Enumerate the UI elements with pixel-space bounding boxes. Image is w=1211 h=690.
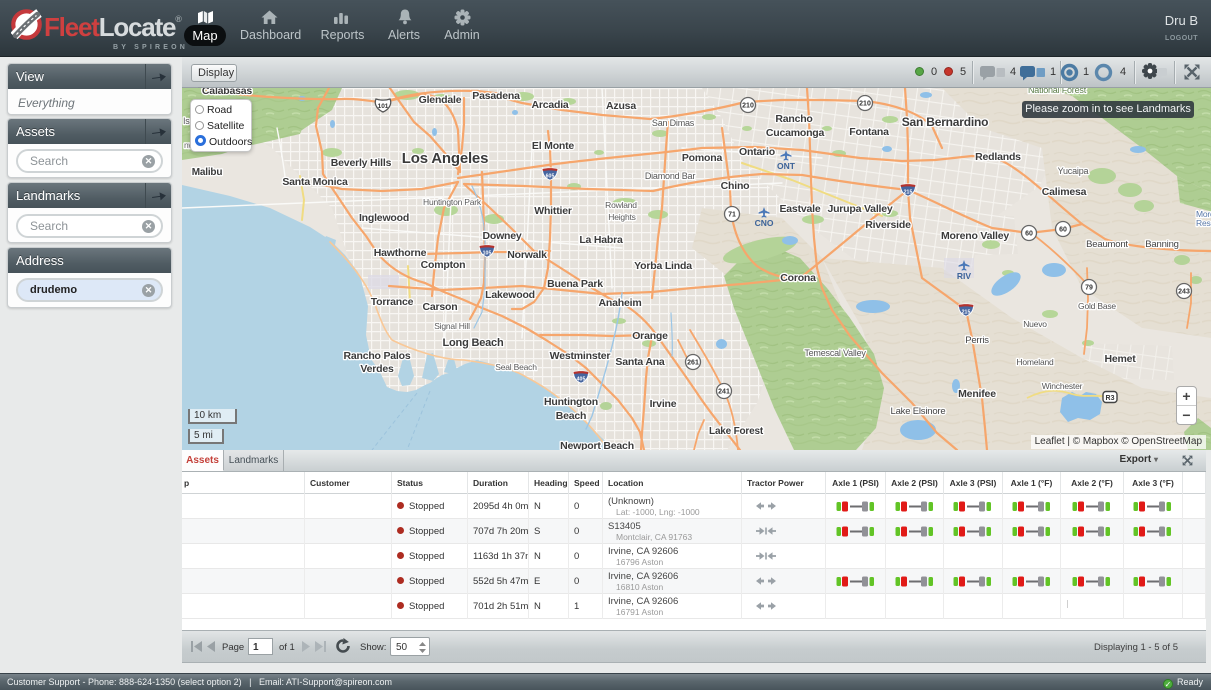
- svg-text:210: 210: [859, 101, 871, 108]
- svg-text:Cucamonga: Cucamonga: [766, 127, 825, 139]
- svg-text:Seal Beach: Seal Beach: [495, 362, 537, 372]
- svg-text:Glendale: Glendale: [419, 94, 462, 106]
- svg-text:Downey: Downey: [482, 230, 521, 242]
- svg-text:La Habra: La Habra: [579, 234, 623, 246]
- svg-text:215: 215: [904, 190, 913, 196]
- svg-text:Santa Ana: Santa Ana: [615, 356, 665, 368]
- svg-text:San Bernardino: San Bernardino: [902, 115, 989, 129]
- svg-text:R3: R3: [1106, 395, 1115, 402]
- svg-text:Signal Hill: Signal Hill: [434, 321, 470, 331]
- svg-text:261: 261: [687, 360, 699, 367]
- svg-text:Nuevo: Nuevo: [1023, 319, 1047, 329]
- svg-text:Reserv: Reserv: [1196, 218, 1211, 228]
- svg-text:215: 215: [962, 310, 971, 316]
- svg-text:Jurupa Valley: Jurupa Valley: [827, 203, 892, 215]
- svg-text:ONT: ONT: [777, 161, 796, 171]
- svg-text:71: 71: [728, 212, 736, 219]
- svg-text:405: 405: [577, 377, 586, 383]
- svg-text:79: 79: [1085, 285, 1093, 292]
- svg-text:Ontario: Ontario: [739, 146, 775, 158]
- svg-text:Rowland: Rowland: [605, 200, 637, 210]
- svg-text:Eastvale: Eastvale: [779, 203, 820, 215]
- svg-text:Lake Elsinore: Lake Elsinore: [891, 406, 946, 417]
- svg-text:Compton: Compton: [421, 259, 466, 271]
- svg-text:RIV: RIV: [957, 271, 972, 281]
- svg-text:105: 105: [483, 251, 492, 257]
- svg-text:Beaumont: Beaumont: [1086, 239, 1128, 250]
- svg-text:Orange: Orange: [632, 330, 668, 342]
- svg-text:Long Beach: Long Beach: [443, 337, 504, 349]
- svg-text:Beverly Hills: Beverly Hills: [331, 157, 392, 169]
- svg-text:Corona: Corona: [780, 272, 816, 284]
- svg-text:Perris: Perris: [965, 335, 989, 346]
- svg-text:Hawthorne: Hawthorne: [374, 247, 427, 259]
- svg-text:Fontana: Fontana: [849, 126, 889, 138]
- svg-text:Inglewood: Inglewood: [359, 212, 409, 224]
- svg-text:Rancho Palos: Rancho Palos: [343, 350, 410, 362]
- svg-text:Yucaipa: Yucaipa: [1058, 166, 1089, 176]
- svg-text:Westminster: Westminster: [550, 350, 611, 362]
- svg-text:Riverside: Riverside: [865, 219, 911, 231]
- svg-text:Rancho: Rancho: [775, 113, 812, 125]
- svg-text:Gold Base: Gold Base: [1078, 301, 1116, 311]
- svg-text:Beach: Beach: [556, 410, 587, 422]
- svg-text:Torrance: Torrance: [371, 296, 414, 308]
- svg-text:Calabasas: Calabasas: [202, 88, 253, 97]
- svg-text:605: 605: [546, 174, 555, 180]
- svg-text:Newport Beach: Newport Beach: [560, 440, 634, 450]
- svg-text:San Dimas: San Dimas: [652, 118, 695, 128]
- svg-text:Diamond Bar: Diamond Bar: [645, 171, 696, 181]
- svg-text:Huntington: Huntington: [544, 396, 598, 408]
- svg-text:Chino: Chino: [721, 180, 750, 192]
- svg-text:Los Angeles: Los Angeles: [402, 150, 488, 167]
- svg-text:Pomona: Pomona: [682, 152, 723, 164]
- svg-text:Huntington Park: Huntington Park: [423, 197, 482, 207]
- svg-text:El Monte: El Monte: [532, 140, 575, 152]
- svg-text:Heights: Heights: [608, 212, 635, 222]
- svg-text:Redlands: Redlands: [975, 151, 1021, 163]
- svg-text:210: 210: [742, 103, 754, 110]
- svg-text:241: 241: [718, 389, 730, 396]
- svg-text:101: 101: [378, 103, 389, 110]
- svg-text:Lakewood: Lakewood: [485, 289, 535, 301]
- svg-text:Irvine: Irvine: [650, 398, 677, 410]
- svg-text:60: 60: [1059, 227, 1067, 234]
- svg-text:243: 243: [1178, 289, 1190, 296]
- svg-text:Pasadena: Pasadena: [472, 90, 520, 102]
- svg-text:CNO: CNO: [755, 218, 774, 228]
- svg-text:Moreno Valley: Moreno Valley: [941, 230, 1009, 242]
- svg-text:Lake Forest: Lake Forest: [709, 426, 764, 437]
- svg-text:Whittier: Whittier: [534, 205, 572, 217]
- svg-text:Calimesa: Calimesa: [1042, 186, 1087, 198]
- svg-text:Yorba Linda: Yorba Linda: [634, 260, 692, 272]
- svg-text:Carson: Carson: [423, 301, 458, 313]
- svg-text:Banning: Banning: [1145, 239, 1178, 250]
- svg-text:Arcadia: Arcadia: [531, 99, 568, 111]
- svg-text:Buena Park: Buena Park: [547, 278, 603, 290]
- svg-text:Azusa: Azusa: [606, 100, 636, 112]
- svg-text:Norwalk: Norwalk: [507, 249, 547, 261]
- svg-text:Hemet: Hemet: [1104, 353, 1136, 365]
- svg-text:60: 60: [1025, 231, 1033, 238]
- svg-text:Verdes: Verdes: [360, 363, 394, 375]
- svg-text:Temescal Valley: Temescal Valley: [804, 348, 866, 358]
- svg-text:Winchester: Winchester: [1042, 381, 1083, 391]
- svg-text:Anaheim: Anaheim: [599, 297, 642, 309]
- svg-text:National Forest: National Forest: [1028, 88, 1087, 95]
- svg-text:Homeland: Homeland: [1016, 357, 1054, 367]
- svg-text:Malibu: Malibu: [192, 167, 223, 178]
- svg-text:Santa Monica: Santa Monica: [282, 176, 348, 188]
- svg-text:Menifee: Menifee: [958, 388, 996, 400]
